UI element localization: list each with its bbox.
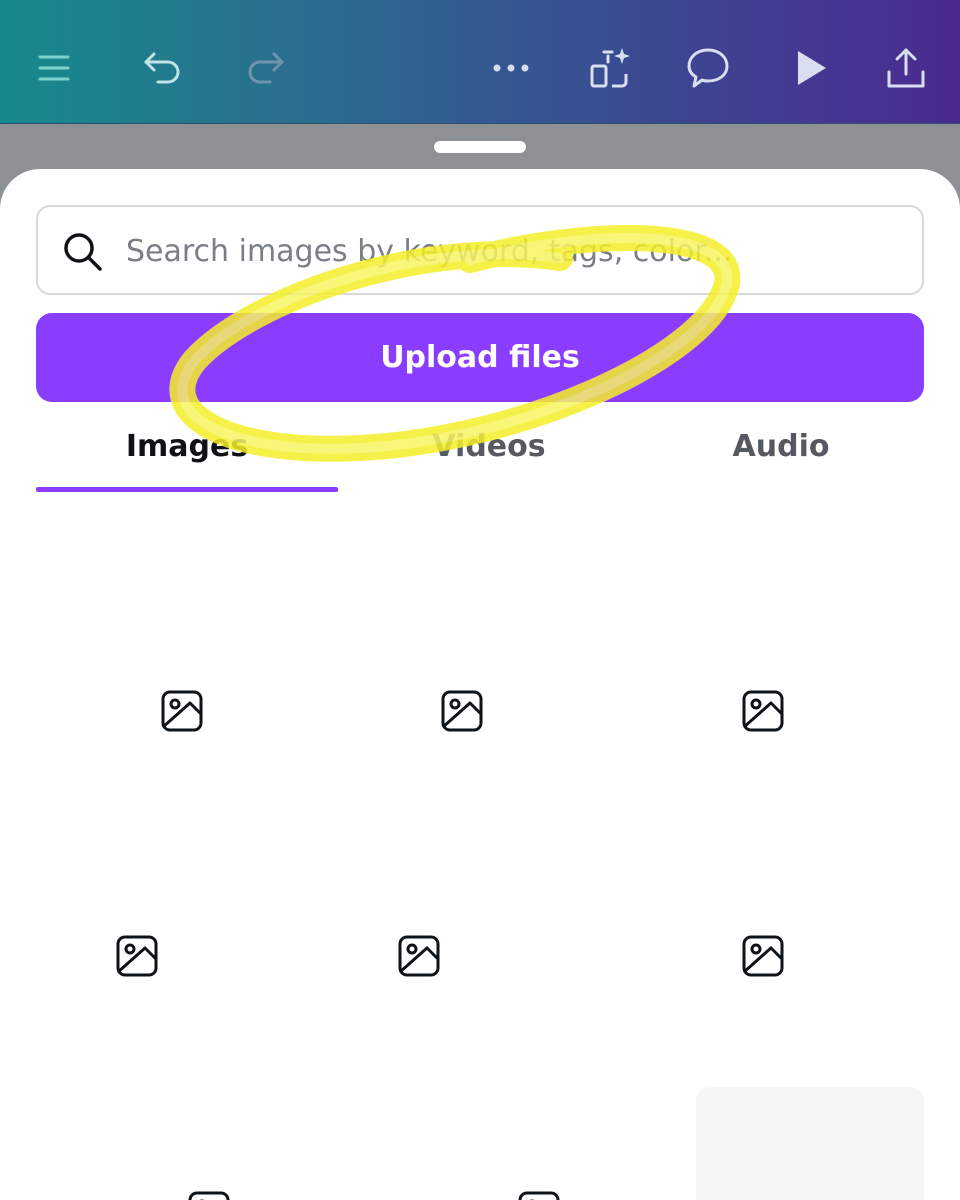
share-upload-icon[interactable]	[882, 44, 930, 92]
comment-icon[interactable]	[684, 44, 732, 92]
present-play-icon[interactable]	[786, 44, 834, 92]
tab-videos[interactable]: Videos	[338, 420, 640, 472]
search-icon	[60, 229, 106, 275]
image-placeholder-icon[interactable]	[517, 1190, 561, 1200]
loading-thumbnail-card[interactable]	[696, 1087, 924, 1200]
image-placeholder-icon[interactable]	[741, 689, 785, 733]
image-placeholder-icon[interactable]	[397, 934, 441, 978]
image-placeholder-icon[interactable]	[187, 1190, 231, 1200]
image-placeholder-icon[interactable]	[160, 689, 204, 733]
magic-switch-icon[interactable]	[586, 44, 634, 92]
more-icon[interactable]	[487, 44, 535, 92]
upload-files-button[interactable]: Upload files	[36, 313, 924, 402]
search-field[interactable]	[36, 205, 924, 295]
tab-images[interactable]: Images	[36, 420, 338, 472]
image-placeholder-icon[interactable]	[115, 934, 159, 978]
redo-icon[interactable]	[242, 44, 290, 92]
search-input[interactable]	[126, 225, 906, 277]
menu-icon[interactable]	[30, 44, 78, 92]
tab-audio[interactable]: Audio	[630, 420, 932, 472]
editor-toolbar	[0, 0, 960, 124]
active-tab-indicator	[36, 487, 338, 492]
image-placeholder-icon[interactable]	[741, 934, 785, 978]
undo-icon[interactable]	[138, 44, 186, 92]
sheet-drag-handle[interactable]	[434, 141, 526, 153]
image-placeholder-icon[interactable]	[440, 689, 484, 733]
